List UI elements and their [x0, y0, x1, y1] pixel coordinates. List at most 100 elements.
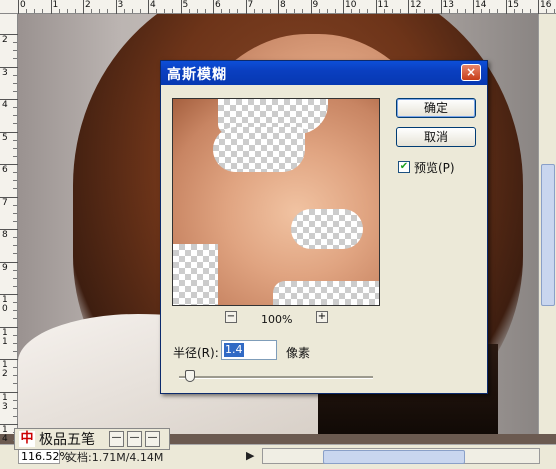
ruler-top-minor-tick [261, 9, 263, 13]
radius-slider[interactable] [179, 376, 373, 379]
ruler-top-minor-tick [391, 9, 393, 13]
ruler-top-minor-tick [294, 9, 296, 13]
ruler-left-number: 6 [2, 165, 8, 175]
ruler-top-number: 12 [410, 0, 422, 10]
ruler-left-number: 11 [2, 327, 8, 347]
ruler-left-number: 12 [2, 360, 8, 379]
ruler-top-minor-tick [334, 9, 336, 13]
ruler-top-minor-tick [196, 9, 198, 13]
ime-name[interactable]: 极品五笔 [39, 431, 95, 449]
vertical-scrollbar[interactable] [538, 14, 556, 434]
ruler-top-minor-tick [131, 9, 133, 13]
ruler-top-minor-tick [318, 9, 320, 13]
preview-transparency [273, 281, 379, 305]
ruler-top-number: 0 [20, 0, 26, 10]
ruler-top-minor-tick [399, 9, 401, 13]
ruler-left-number: 8 [2, 230, 8, 240]
preview-checkbox[interactable]: ✔ [398, 161, 410, 173]
ruler-top-number: 6 [215, 0, 221, 10]
ruler-top-minor-tick [172, 9, 174, 13]
dialog-title: 高斯模糊 [167, 67, 227, 83]
dialog-titlebar[interactable]: 高斯模糊 × [161, 61, 487, 85]
ruler-top-minor-tick [554, 9, 556, 13]
ruler-left-minor-tick [13, 172, 17, 174]
ruler-top-minor-tick [513, 9, 515, 13]
ruler-left-minor-tick [13, 204, 17, 206]
radius-input[interactable]: 1.4 [221, 340, 277, 360]
ruler-top-minor-tick [448, 9, 450, 13]
vertical-scroll-thumb[interactable] [541, 164, 555, 306]
ruler-left-minor-tick [13, 212, 17, 214]
ruler-top-minor-tick [269, 9, 271, 13]
zoom-in-button[interactable]: + [316, 311, 328, 323]
ruler-top-minor-tick [546, 9, 548, 13]
preview-zoom-level: 100% [261, 313, 293, 326]
zoom-level-field[interactable]: 116.52% [18, 448, 70, 464]
ruler-top-minor-tick [432, 9, 434, 13]
ruler-left-minor-tick [13, 180, 17, 182]
ruler-top-number: 15 [507, 0, 519, 10]
ruler-top-number: 1 [52, 0, 59, 10]
ruler-left: 2 3 4 5 6 7 8 9 10 11 12 13 14 [0, 14, 18, 450]
preview-transparency [213, 127, 305, 172]
ime-toolbar[interactable]: 中 极品五笔 — — — [14, 428, 170, 450]
ruler-left-number: 14 [2, 425, 8, 444]
gaussian-blur-dialog: 高斯模糊 × − 100% + 确定 取消 ✔ 预览(P) 半径(R): 1.4… [160, 60, 488, 394]
ruler-top-number: 9 [312, 0, 319, 10]
ruler-left-minor-tick [13, 220, 17, 222]
preview-transparency [291, 209, 363, 249]
ruler-top-number: 2 [85, 0, 91, 10]
ruler-left-minor-tick [13, 115, 17, 117]
ruler-left-number: 13 [2, 392, 8, 412]
ruler-top-minor-tick [42, 9, 44, 13]
ruler-left-minor-tick [13, 50, 17, 52]
ruler-top-minor-tick [383, 9, 385, 13]
ruler-left-minor-tick [13, 139, 17, 141]
ruler-top-minor-tick [302, 9, 304, 13]
ime-button-1[interactable]: — [109, 431, 124, 447]
ruler-left-minor-tick [13, 123, 17, 125]
cancel-button[interactable]: 取消 [396, 127, 476, 147]
ruler-top-minor-tick [123, 9, 125, 13]
ruler-left-minor-tick [13, 107, 17, 109]
ruler-top-number: 10 [345, 0, 357, 10]
ok-button[interactable]: 确定 [396, 98, 476, 118]
ime-logo-icon[interactable]: 中 [19, 431, 35, 447]
ruler-top-minor-tick [456, 9, 458, 13]
ruler-top-minor-tick [253, 9, 255, 13]
ruler-left-number: 3 [2, 67, 8, 78]
blur-preview[interactable] [172, 98, 380, 306]
close-icon[interactable]: × [461, 64, 481, 81]
ruler-top-minor-tick [481, 9, 483, 13]
ruler-top-minor-tick [367, 9, 369, 13]
ruler-left-minor-tick [13, 415, 17, 417]
ruler-top-number: 16 [540, 0, 552, 10]
ruler-top-number: 3 [117, 0, 124, 10]
ruler-left-minor-tick [13, 383, 17, 385]
preview-checkbox-label[interactable]: 预览(P) [414, 159, 455, 176]
horizontal-scrollbar[interactable] [262, 448, 540, 464]
horizontal-scroll-thumb[interactable] [323, 450, 465, 464]
ruler-left-minor-tick [13, 82, 17, 84]
ime-button-3[interactable]: — [145, 431, 160, 447]
ruler-left-number: 5 [2, 132, 8, 143]
ruler-top-minor-tick [204, 9, 206, 13]
ruler-left-minor-tick [13, 318, 17, 320]
ruler-top-minor-tick [237, 9, 239, 13]
radius-slider-thumb[interactable] [184, 370, 195, 382]
ruler-top-minor-tick [416, 9, 418, 13]
ruler-left-minor-tick [13, 334, 17, 336]
ruler-top-minor-tick [326, 9, 328, 13]
ruler-top-number: 11 [377, 0, 389, 10]
ruler-left-minor-tick [13, 245, 17, 247]
zoom-out-button[interactable]: − [225, 311, 237, 323]
ime-button-2[interactable]: — [127, 431, 142, 447]
ruler-top-minor-tick [359, 9, 361, 13]
status-menu-arrow-icon[interactable]: ▶ [246, 449, 254, 462]
ruler-left-minor-tick [13, 188, 17, 190]
ruler-left-minor-tick [13, 367, 17, 369]
ruler-left-minor-tick [13, 310, 17, 312]
ruler-left-number: 9 [2, 262, 8, 273]
ruler-top-minor-tick [497, 9, 499, 13]
ruler-top-minor-tick [66, 9, 68, 13]
